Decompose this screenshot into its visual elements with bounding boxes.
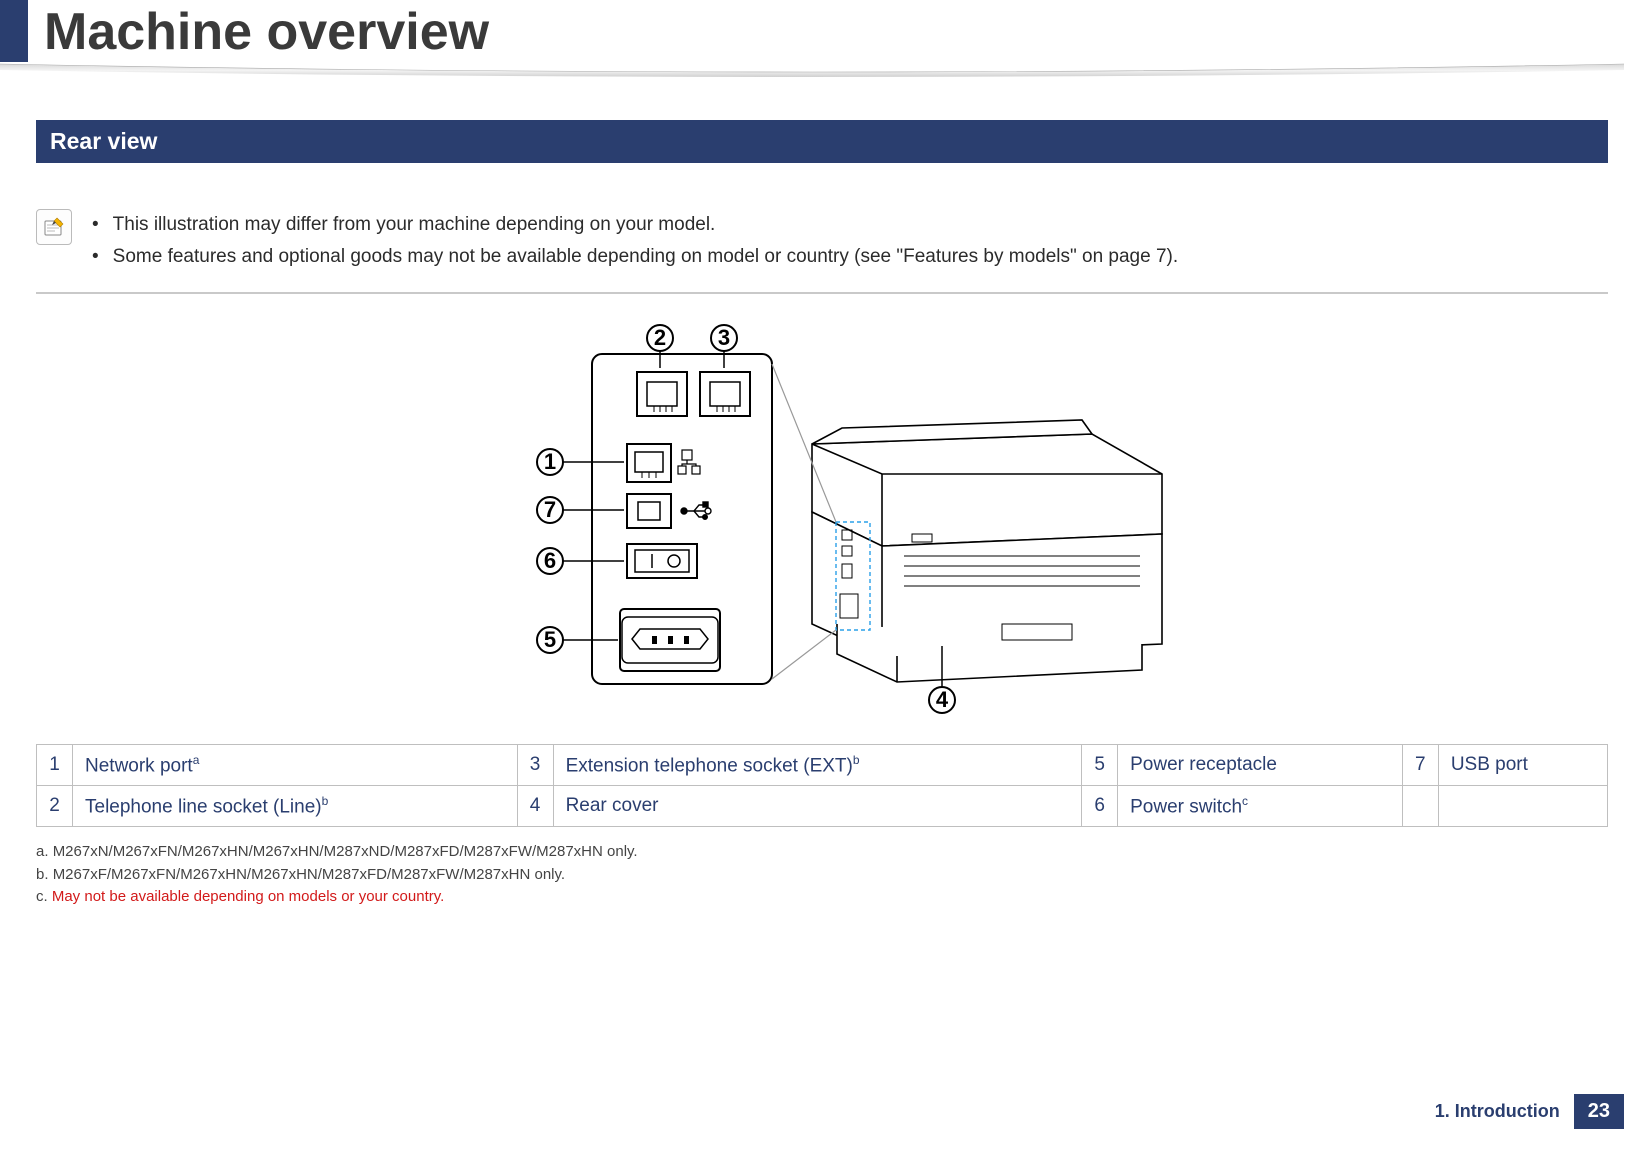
part-label: Network porta	[73, 744, 518, 785]
part-label: Power switchc	[1118, 785, 1403, 826]
part-num: 5	[1082, 744, 1118, 785]
note-list: This illustration may differ from your m…	[92, 209, 1178, 274]
part-num: 2	[37, 785, 73, 826]
table-row: 1 Network porta 3 Extension telephone so…	[37, 744, 1608, 785]
page-content: Rear view This illustration may differ f…	[0, 80, 1644, 909]
part-num: 1	[37, 744, 73, 785]
part-num: 4	[517, 785, 553, 826]
header-accent	[0, 0, 28, 62]
parts-table: 1 Network porta 3 Extension telephone so…	[36, 744, 1608, 828]
note-item: Some features and optional goods may not…	[92, 241, 1178, 273]
part-label: Rear cover	[553, 785, 1082, 826]
callout-2: 2	[654, 325, 666, 350]
part-num	[1402, 785, 1438, 826]
section-header: Rear view	[36, 120, 1608, 163]
footnote-c: c. May not be available depending on mod…	[36, 886, 1608, 909]
part-num: 6	[1082, 785, 1118, 826]
footnote-b: b. M267xF/M267xFN/M267xHN/M267xHN/M287xF…	[36, 864, 1608, 887]
page-title: Machine overview	[40, 0, 1644, 62]
footer-page-number: 23	[1574, 1094, 1624, 1129]
part-label: Extension telephone socket (EXT)b	[553, 744, 1082, 785]
part-label	[1438, 785, 1607, 826]
page-header: Machine overview	[0, 0, 1644, 80]
callout-6: 6	[544, 548, 556, 573]
part-label: USB port	[1438, 744, 1607, 785]
rear-view-illustration: 2 3 1 7 6 5	[36, 324, 1608, 714]
footnote-a: a. M267xN/M267xFN/M267xHN/M267xHN/M287xN…	[36, 841, 1608, 864]
part-num: 7	[1402, 744, 1438, 785]
header-underline	[0, 62, 1624, 80]
page-footer: 1. Introduction 23	[1435, 1094, 1624, 1129]
part-num: 3	[517, 744, 553, 785]
note-item: This illustration may differ from your m…	[92, 209, 1178, 241]
footnotes: a. M267xN/M267xFN/M267xHN/M267xHN/M287xN…	[36, 841, 1608, 909]
part-label: Telephone line socket (Line)b	[73, 785, 518, 826]
note-block: This illustration may differ from your m…	[36, 203, 1608, 294]
callout-4: 4	[936, 687, 949, 712]
callout-5: 5	[544, 627, 556, 652]
callout-7: 7	[544, 497, 556, 522]
part-label: Power receptacle	[1118, 744, 1403, 785]
table-row: 2 Telephone line socket (Line)b 4 Rear c…	[37, 785, 1608, 826]
note-icon	[36, 209, 72, 245]
footer-chapter: 1. Introduction	[1435, 1101, 1574, 1122]
callout-1: 1	[544, 449, 556, 474]
callout-3: 3	[718, 325, 730, 350]
